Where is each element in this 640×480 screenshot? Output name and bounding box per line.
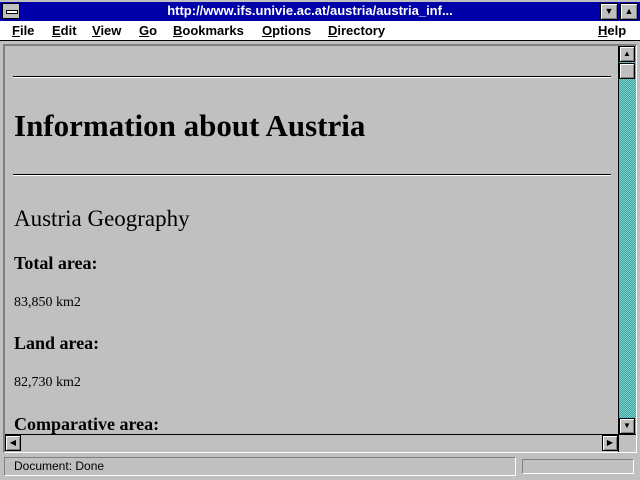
menu-directory[interactable]: Directory	[328, 23, 385, 39]
scroll-up-arrow-icon[interactable]: ▲	[619, 46, 635, 62]
menu-bookmarks[interactable]: Bookmarks	[173, 23, 244, 39]
menu-bar: File Edit View Go Bookmarks Options Dire…	[0, 21, 640, 41]
status-bar: Document: Done	[0, 455, 640, 480]
field-label-comparative-area: Comparative area:	[14, 414, 160, 434]
scrollbar-corner	[618, 434, 636, 452]
progress-indicator	[522, 459, 634, 474]
field-label-total-area: Total area:	[14, 253, 98, 273]
vertical-scroll-thumb[interactable]	[619, 63, 635, 79]
title-bar[interactable]: http://www.ifs.univie.ac.at/austria/aust…	[0, 2, 640, 21]
scroll-left-arrow-icon[interactable]: ◀	[5, 435, 21, 451]
field-value-land-area: 82,730 km2	[14, 375, 81, 390]
menu-go[interactable]: Go	[139, 23, 157, 39]
horizontal-rule	[13, 174, 611, 176]
content-frame: Information about Austria Austria Geogra…	[3, 44, 637, 453]
page-heading: Information about Austria	[14, 108, 366, 143]
scroll-right-arrow-icon[interactable]: ▶	[602, 435, 618, 451]
field-label-land-area: Land area:	[14, 333, 100, 353]
menu-options[interactable]: Options	[262, 23, 311, 39]
status-text: Document: Done	[4, 457, 516, 476]
document-view[interactable]: Information about Austria Austria Geogra…	[5, 46, 618, 434]
section-title: Austria Geography	[14, 206, 190, 231]
scroll-down-arrow-icon[interactable]: ▼	[619, 418, 635, 434]
field-value-total-area: 83,850 km2	[14, 295, 81, 310]
menu-file[interactable]: File	[12, 23, 34, 39]
horizontal-scrollbar[interactable]: ◀ ▶	[5, 434, 618, 452]
menu-help[interactable]: Help	[598, 23, 626, 39]
maximize-icon[interactable]: ▲	[620, 3, 638, 20]
system-menu-bar	[6, 10, 18, 14]
system-menu-icon[interactable]	[2, 3, 20, 19]
window-title: http://www.ifs.univie.ac.at/austria/aust…	[167, 3, 453, 18]
menu-view[interactable]: View	[92, 23, 121, 39]
vertical-scrollbar[interactable]: ▲ ▼	[618, 46, 636, 434]
horizontal-rule	[13, 76, 611, 78]
browser-window: http://www.ifs.univie.ac.at/austria/aust…	[0, 0, 640, 480]
menu-edit[interactable]: Edit	[52, 23, 77, 39]
minimize-icon[interactable]: ▼	[600, 3, 618, 20]
